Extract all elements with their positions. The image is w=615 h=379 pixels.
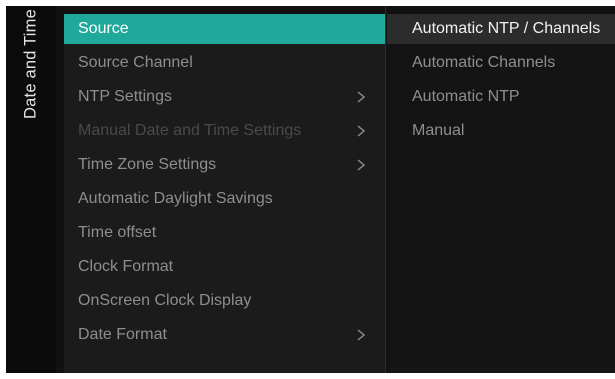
- source-options-list: Automatic NTP / Channels Automatic Chann…: [387, 14, 615, 373]
- menu-item-source-channel[interactable]: Source Channel: [64, 48, 385, 78]
- option-automatic-channels[interactable]: Automatic Channels: [387, 48, 615, 78]
- chevron-right-icon: [355, 90, 367, 104]
- menu-item-label: Time offset: [78, 224, 157, 241]
- menu-item-label: NTP Settings: [78, 88, 172, 105]
- menu-item-onscreen-clock-display[interactable]: OnScreen Clock Display: [64, 286, 385, 316]
- column-divider: [385, 6, 386, 373]
- option-label: Manual: [412, 122, 465, 139]
- menu-item-label: Source: [78, 20, 129, 37]
- option-manual[interactable]: Manual: [387, 116, 615, 146]
- menu-item-manual-date-time-settings[interactable]: Manual Date and Time Settings: [64, 116, 385, 146]
- menu-item-label: OnScreen Clock Display: [78, 292, 252, 309]
- section-title: Date and Time: [21, 9, 40, 119]
- menu-item-label: Time Zone Settings: [78, 156, 217, 173]
- menu-item-clock-format[interactable]: Clock Format: [64, 252, 385, 282]
- chevron-right-icon: [355, 124, 367, 138]
- menu-item-time-offset[interactable]: Time offset: [64, 218, 385, 248]
- chevron-right-icon: [355, 328, 367, 342]
- menu-item-automatic-daylight-savings[interactable]: Automatic Daylight Savings: [64, 184, 385, 214]
- option-automatic-ntp[interactable]: Automatic NTP: [387, 82, 615, 112]
- menu-item-ntp-settings[interactable]: NTP Settings: [64, 82, 385, 112]
- chevron-right-icon: [355, 158, 367, 172]
- option-label: Automatic Channels: [412, 54, 556, 71]
- menu-item-label: Manual Date and Time Settings: [78, 122, 302, 139]
- menu-item-label: Date Format: [78, 326, 167, 343]
- tv-settings-screen: Date and Time Source Source Channel NTP …: [6, 6, 615, 373]
- option-label: Automatic NTP / Channels: [412, 20, 601, 37]
- menu-item-time-zone-settings[interactable]: Time Zone Settings: [64, 150, 385, 180]
- settings-menu: Source Source Channel NTP Settings Manua…: [64, 14, 385, 373]
- menu-item-source[interactable]: Source: [64, 14, 385, 44]
- menu-item-label: Clock Format: [78, 258, 174, 275]
- section-sidebar: Date and Time: [6, 6, 56, 373]
- option-automatic-ntp-channels[interactable]: Automatic NTP / Channels: [387, 14, 615, 44]
- menu-item-date-format[interactable]: Date Format: [64, 320, 385, 350]
- option-label: Automatic NTP: [412, 88, 520, 105]
- menu-item-label: Source Channel: [78, 54, 193, 71]
- menu-item-label: Automatic Daylight Savings: [78, 190, 273, 207]
